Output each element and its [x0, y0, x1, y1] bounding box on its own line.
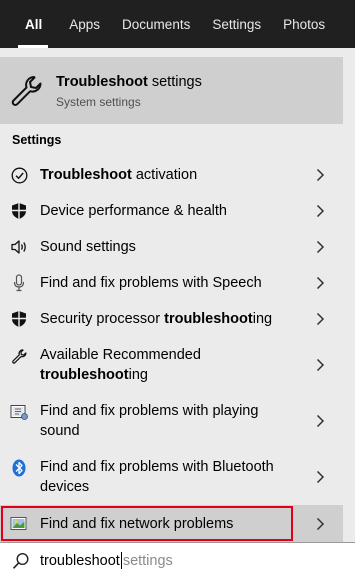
result-label-pre: Security processor	[40, 311, 165, 327]
chevron-right-icon	[316, 470, 325, 484]
chevron-right-icon	[316, 276, 325, 290]
result-label: Find and fix problems with Speech	[40, 275, 262, 291]
result-label-bold: Troubleshoot	[40, 167, 132, 183]
best-match-title: Troubleshoot settings	[56, 73, 202, 91]
tab-photos-label: Photos	[283, 16, 326, 32]
result-device-performance-health[interactable]: Device performance & health	[0, 193, 343, 229]
result-label: Find and fix problems with playing sound	[40, 401, 258, 441]
result-security-processor-troubleshooting[interactable]: Security processor troubleshooting	[0, 301, 343, 337]
result-sound-settings[interactable]: Sound settings	[0, 229, 343, 265]
result-label-bold: troubleshoot	[164, 311, 253, 327]
text-caret	[120, 552, 122, 569]
best-match-troubleshoot-settings[interactable]: Troubleshoot settings System settings	[0, 57, 343, 124]
result-fix-network-problems[interactable]: Find and fix network problems	[0, 505, 343, 542]
wrench-icon	[10, 347, 28, 365]
search-icon	[12, 552, 29, 569]
chevron-right-icon	[316, 312, 325, 326]
tab-settings-label: Settings	[212, 16, 262, 32]
section-heading-settings: Settings	[12, 133, 62, 147]
result-label-rest: ing	[128, 367, 148, 383]
chevron-right-icon	[316, 240, 325, 254]
playback-icon	[10, 403, 28, 421]
result-label-line1: Find and fix problems with Bluetooth	[40, 459, 274, 475]
result-label-rest: ing	[252, 311, 273, 327]
result-label-line1: Available Recommended	[40, 347, 201, 363]
tab-all[interactable]: All	[0, 0, 58, 48]
result-label: Sound settings	[40, 239, 136, 255]
result-label: Device performance & health	[40, 203, 227, 219]
result-fix-speech-problems[interactable]: Find and fix problems with Speech	[0, 265, 343, 301]
tab-settings[interactable]: Settings	[201, 0, 272, 48]
best-match-title-bold: Troubleshoot	[56, 73, 148, 90]
network-icon	[10, 515, 28, 533]
chevron-right-icon	[316, 414, 325, 428]
chevron-right-icon	[316, 168, 325, 182]
shield-icon	[10, 202, 28, 220]
search-box[interactable]: troubleshoot settings	[0, 542, 355, 578]
settings-results-list: Troubleshoot activation Device performan…	[0, 157, 343, 542]
search-scope-tabs: All Apps Documents Settings Photos	[0, 0, 355, 48]
chevron-right-icon	[316, 204, 325, 218]
tab-apps-label: Apps	[69, 16, 101, 32]
microphone-icon	[10, 274, 28, 292]
search-autocomplete-suggestion: settings	[122, 552, 173, 569]
shield-icon	[10, 310, 28, 328]
speaker-icon	[10, 238, 28, 256]
tab-photos[interactable]: Photos	[272, 0, 336, 48]
result-label: Security processor troubleshooting	[40, 309, 272, 329]
result-label-line2: sound	[40, 423, 80, 439]
tab-all-label: All	[25, 16, 43, 32]
chevron-right-icon	[316, 358, 325, 372]
best-match-subtitle: System settings	[56, 94, 141, 109]
result-fix-playing-sound[interactable]: Find and fix problems with playing sound	[0, 393, 343, 449]
result-label: Available Recommended troubleshooting	[40, 345, 201, 385]
chevron-right-icon	[316, 517, 325, 530]
scroll-gutter	[343, 57, 355, 542]
best-match-text: Troubleshoot settings System settings	[56, 73, 202, 109]
result-label: Find and fix network problems	[40, 515, 234, 532]
result-label-line2: devices	[40, 479, 90, 495]
result-troubleshoot-activation[interactable]: Troubleshoot activation	[0, 157, 343, 193]
best-match-title-rest: settings	[147, 73, 202, 90]
result-label-bold: troubleshoot	[40, 367, 129, 383]
search-query-text[interactable]: troubleshoot	[40, 553, 120, 569]
result-label-rest: activation	[131, 167, 198, 183]
result-label: Find and fix problems with Bluetooth dev…	[40, 457, 274, 497]
result-label: Troubleshoot activation	[40, 165, 197, 185]
tab-documents[interactable]: Documents	[111, 0, 201, 48]
bluetooth-icon	[10, 459, 28, 477]
result-label-line1: Find and fix problems with playing	[40, 403, 259, 419]
result-fix-bluetooth-devices[interactable]: Find and fix problems with Bluetooth dev…	[0, 449, 343, 505]
tab-apps[interactable]: Apps	[58, 0, 111, 48]
result-available-recommended-troubleshooting[interactable]: Available Recommended troubleshooting	[0, 337, 343, 393]
tab-documents-label: Documents	[122, 16, 191, 32]
check-circle-icon	[10, 166, 28, 184]
wrench-icon	[11, 75, 42, 106]
